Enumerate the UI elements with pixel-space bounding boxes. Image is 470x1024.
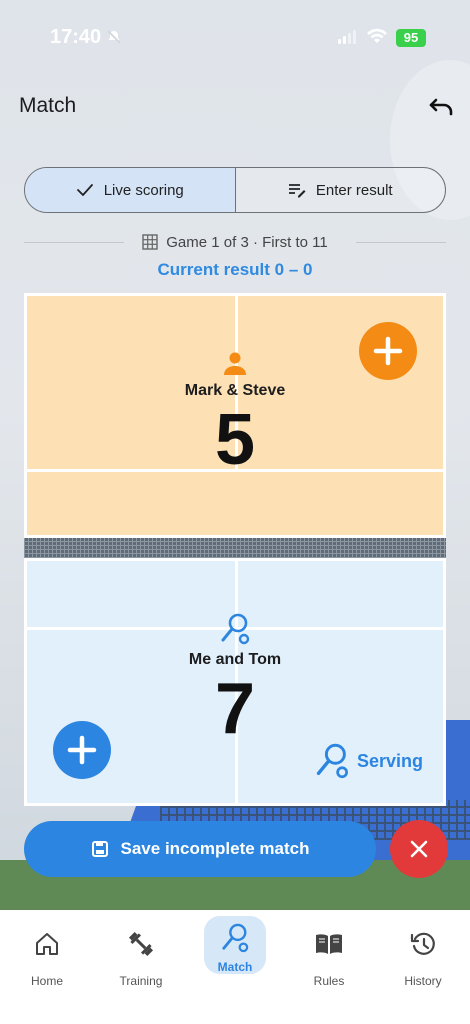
court-net [24,538,446,558]
page-title: Match [19,94,77,117]
tab-home-label: Home [30,974,63,988]
serving-indicator: Serving [315,743,423,779]
status-bar: 17:40 95 [0,0,470,76]
tab-match[interactable]: Match [200,916,270,1024]
tab-history-label: History [404,974,442,988]
add-point-bottom-button[interactable] [53,721,111,779]
plus-icon [67,735,97,765]
book-icon [316,934,342,954]
grid-icon [142,234,158,250]
tab-home[interactable]: Home [12,924,82,1024]
tab-rules[interactable]: Rules [294,924,364,1024]
enter-result-button[interactable]: Enter result [234,168,446,212]
dumbbell-icon [128,931,154,957]
check-icon [76,184,93,196]
paddle-icon [221,613,250,645]
scoring-mode-toggle: Live scoring Enter result [24,167,446,213]
status-time: 17:40 [50,26,102,48]
live-scoring-button[interactable]: Live scoring [25,168,235,212]
team-top: Mark & Steve 5 [27,350,443,478]
tab-history[interactable]: History [388,924,458,1024]
bell-muted-icon [107,30,121,44]
current-result: Current result 0 – 0 [157,260,313,279]
paddle-icon [316,743,348,779]
tab-training-label: Training [119,974,163,988]
court-bottom-team[interactable]: Me and Tom 7 Serving [24,558,446,806]
history-icon [410,932,435,955]
tab-rules-label: Rules [313,974,345,988]
paddle-icon [222,923,249,953]
live-scoring-label: Live scoring [103,181,184,199]
game-info: Game 1 of 3 · First to 11 [24,230,446,254]
discard-match-button[interactable] [390,820,448,878]
team-bottom-name: Me and Tom [188,651,282,668]
edit-list-icon [288,184,306,198]
home-icon [36,933,58,955]
enter-result-label: Enter result [315,181,393,199]
wifi-icon [367,28,387,43]
team-top-score: 5 [214,400,256,480]
close-icon [410,840,428,858]
signal-icon [338,30,356,44]
save-label: Save incomplete match [120,839,310,858]
court-top-team[interactable]: Mark & Steve 5 [24,293,446,538]
battery-icon: 95 [396,29,426,47]
bottom-tab-bar: Home Training Match Rules History [0,910,470,1024]
header: Match [0,90,470,130]
tab-match-label: Match [217,960,253,974]
serving-label: Serving [356,750,423,771]
save-icon [91,841,108,857]
save-incomplete-match-button[interactable]: Save incomplete match [24,821,376,877]
team-top-name: Mark & Steve [184,382,286,399]
game-info-text: Game 1 of 3 · First to 11 [166,233,328,251]
tab-training[interactable]: Training [106,924,176,1024]
undo-icon[interactable] [428,96,454,118]
person-icon [224,352,246,375]
